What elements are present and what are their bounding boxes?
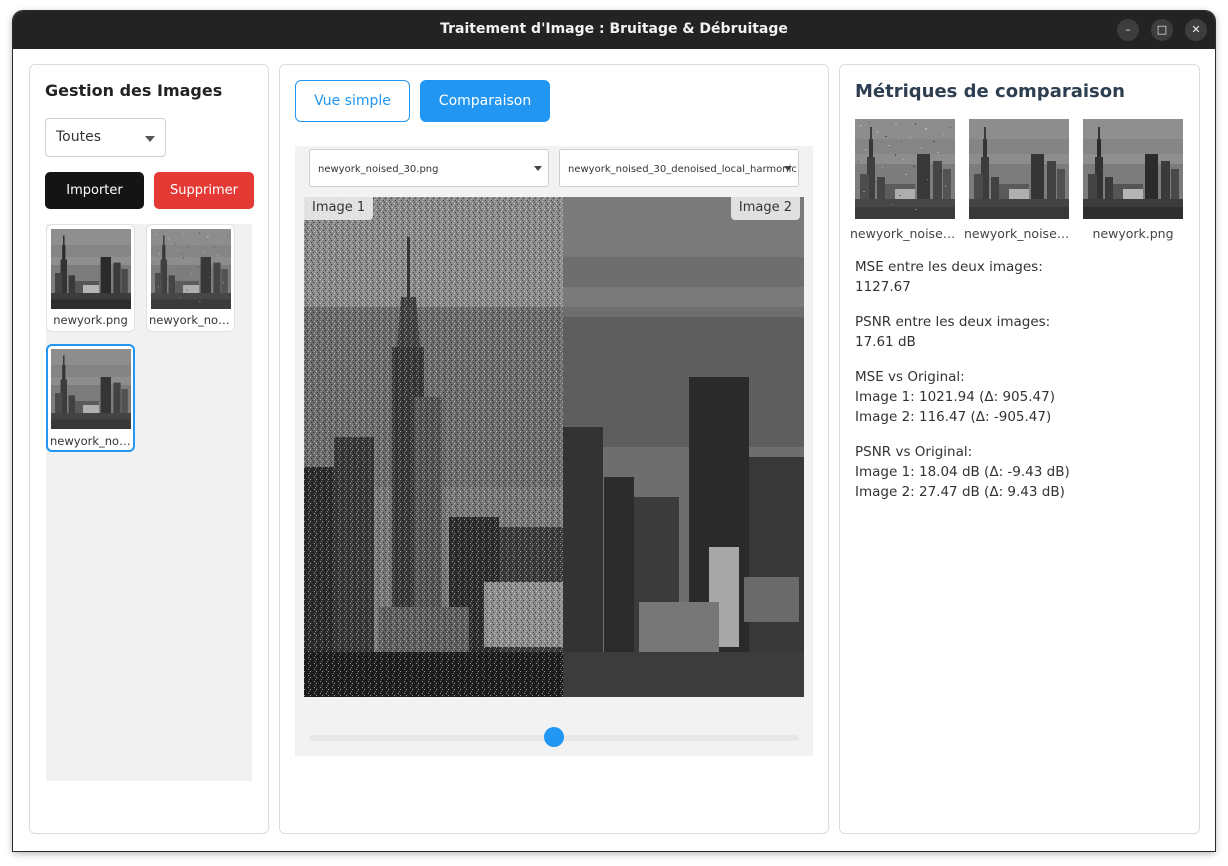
comparison-viewer[interactable]: Image 1 Image 2: [304, 197, 804, 697]
metrics-title: Métriques de comparaison: [855, 81, 1125, 102]
mse-vs-original-label: MSE vs Original:: [855, 369, 965, 385]
viewer-panel: Vue simple Comparaison newyork_noised_30…: [279, 64, 829, 834]
psnr-vs-original-image2: Image 2: 27.47 dB (Δ: 9.43 dB): [855, 484, 1065, 500]
metric-thumbnail-caption: newyork_noised_30_denoised_local_harmoni…: [964, 226, 1074, 241]
close-button[interactable]: ✕: [1185, 19, 1207, 41]
filter-value: Toutes: [56, 129, 102, 145]
metric-thumbnail-image1: [855, 119, 955, 219]
image1-select-value: newyork_noised_30.png: [318, 164, 439, 175]
psnr-between-block: PSNR entre les deux images: 17.61 dB: [855, 312, 1050, 352]
mse-vs-original-image2: Image 2: 116.47 (Δ: -905.47): [855, 409, 1052, 425]
mse-vs-original-block: MSE vs Original: Image 1: 1021.94 (Δ: 90…: [855, 367, 1055, 427]
psnr-vs-original-block: PSNR vs Original: Image 1: 18.04 dB (Δ: …: [855, 442, 1070, 502]
thumbnail-image: [51, 349, 131, 429]
metric-thumbnail-image2: [969, 119, 1069, 219]
metric-thumbnail-caption: newyork_noised_30.png: [850, 226, 960, 241]
image1-select[interactable]: newyork_noised_30.png: [309, 149, 549, 187]
delete-button[interactable]: Supprimer: [154, 172, 254, 209]
comparison-area: newyork_noised_30.png newyork_noised_30_…: [295, 146, 813, 756]
mse-between-label: MSE entre les deux images:: [855, 259, 1043, 275]
panel-title: Gestion des Images: [45, 81, 223, 100]
mse-between-block: MSE entre les deux images: 1127.67: [855, 257, 1043, 297]
psnr-between-label: PSNR entre les deux images:: [855, 314, 1051, 330]
window-content: Gestion des Images Toutes Importer Suppr…: [13, 49, 1215, 851]
image1-label: Image 1: [304, 197, 374, 220]
minimize-button[interactable]: –: [1117, 19, 1139, 41]
thumbnail-image: [51, 229, 131, 309]
tab-simple-view[interactable]: Vue simple: [295, 80, 410, 122]
image2-select-value: newyork_noised_30_denoised_local_harmoni…: [568, 164, 799, 175]
psnr-between-value: 17.61 dB: [855, 334, 916, 350]
filter-select[interactable]: Toutes: [45, 118, 166, 157]
image2-select[interactable]: newyork_noised_30_denoised_local_harmoni…: [559, 149, 799, 187]
tab-comparison[interactable]: Comparaison: [420, 80, 550, 122]
image-thumbnail[interactable]: newyork.png: [46, 224, 135, 332]
import-button[interactable]: Importer: [45, 172, 144, 209]
image-management-panel: Gestion des Images Toutes Importer Suppr…: [29, 64, 269, 834]
thumbnail-caption: newyork_noised_30.png: [149, 313, 232, 327]
thumbnail-caption: newyork_noised_30_denoised_local_harmoni…: [50, 434, 131, 448]
window-title: Traitement d'Image : Bruitage & Débruita…: [440, 21, 788, 37]
image-list: newyork.png newyork_noised_30.png newyor…: [46, 224, 252, 781]
metric-thumbnail-caption: newyork.png: [1092, 226, 1174, 241]
app-window: Traitement d'Image : Bruitage & Débruita…: [13, 11, 1215, 851]
title-bar: Traitement d'Image : Bruitage & Débruita…: [13, 11, 1215, 49]
chevron-down-icon: [534, 166, 542, 171]
psnr-vs-original-image1: Image 1: 18.04 dB (Δ: -9.43 dB): [855, 464, 1070, 480]
psnr-vs-original-label: PSNR vs Original:: [855, 444, 973, 460]
maximize-button[interactable]: □: [1151, 19, 1173, 41]
mse-vs-original-image1: Image 1: 1021.94 (Δ: 905.47): [855, 389, 1055, 405]
image-thumbnail-selected[interactable]: newyork_noised_30_denoised_local_harmoni…: [46, 344, 135, 452]
mse-between-value: 1127.67: [855, 279, 911, 295]
metric-thumbnail-original: [1083, 119, 1183, 219]
comparison-slider-handle[interactable]: [544, 727, 564, 747]
metrics-panel: Métriques de comparaison newyork_noised_…: [839, 64, 1200, 834]
thumbnail-image: [151, 229, 231, 309]
image2-label: Image 2: [730, 197, 800, 220]
image-thumbnail[interactable]: newyork_noised_30.png: [146, 224, 235, 332]
comparison-image: [304, 197, 804, 697]
thumbnail-caption: newyork.png: [53, 313, 128, 327]
chevron-down-icon: [784, 166, 792, 171]
chevron-down-icon: [145, 136, 155, 142]
